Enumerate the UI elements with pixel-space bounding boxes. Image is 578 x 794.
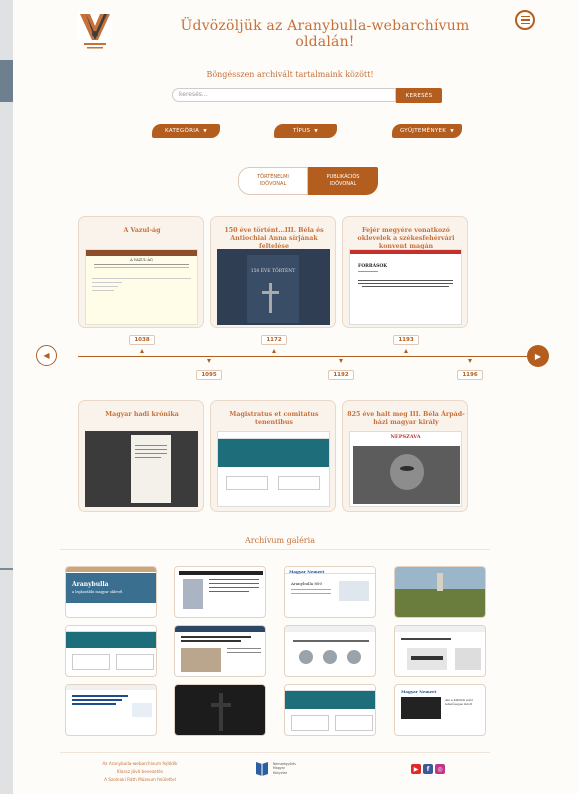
filter-category-button[interactable]: KATEGÓRIA ▼ [152, 124, 220, 138]
historical-timeline-tab[interactable]: TÖRTÉNELMI IDŐVONAL [238, 167, 308, 195]
divider [60, 549, 490, 550]
year-label: 1193 [393, 335, 419, 345]
timeline-card-hadi-kronika[interactable]: Magyar hadi krónika [78, 400, 204, 512]
gallery-item-8[interactable] [394, 625, 486, 677]
card-thumbnail: A VAZUL-ÁG [85, 249, 198, 325]
search-button[interactable]: KERESÉS [396, 88, 442, 103]
gallery-item-5[interactable] [65, 625, 157, 677]
filter-type-button[interactable]: TÍPUS ▼ [274, 124, 337, 138]
timeline-prev-button[interactable]: ◀ [36, 345, 57, 366]
chevron-down-icon: ▼ [450, 128, 454, 134]
card-thumbnail: NÉPSZAVA [349, 431, 462, 507]
footer-credits: Az Aranybulla-webarchívum fejlődik Klass… [102, 761, 178, 782]
timeline-marker [468, 359, 472, 363]
gallery-item-9[interactable] [65, 684, 157, 736]
gallery-item-10[interactable] [174, 684, 266, 736]
gallery-item-3[interactable]: Magyar Nemzet Aranybulla 800 [284, 566, 376, 618]
timeline-card-bela-anna[interactable]: 150 éve történt...III. Béla és Antiochia… [210, 216, 336, 328]
timeline-toggle: TÖRTÉNELMI IDŐVONAL PUBLIKÁCIÓS IDŐVONAL [238, 167, 378, 195]
card-thumbnail [85, 431, 198, 507]
chevron-right-icon: ▶ [534, 351, 542, 361]
card-thumbnail [217, 431, 330, 507]
timeline-card-magistratus[interactable]: Magistratus et comitatus tenentibus [210, 400, 336, 512]
gallery-item-11[interactable] [284, 684, 376, 736]
gallery-item-7[interactable] [284, 625, 376, 677]
library-logo-icon [256, 762, 268, 776]
timeline-card-fejer[interactable]: Fejér megyére vonatkozó oklevelek a szék… [342, 216, 468, 328]
divider [60, 752, 490, 753]
youtube-icon[interactable]: ▶ [411, 764, 421, 774]
gallery-title: Archívum galéria [245, 536, 315, 545]
timeline-card-vazul[interactable]: A Vazul-ág A VAZUL-ÁG [78, 216, 204, 328]
menu-button[interactable] [515, 10, 535, 30]
timeline-marker [272, 349, 276, 353]
timeline-marker [207, 359, 211, 363]
year-label: 1192 [328, 370, 354, 380]
gallery-item-6[interactable] [174, 625, 266, 677]
timeline-card-bela-halala[interactable]: 825 éve halt meg III. Béla Árpád-házi ma… [342, 400, 468, 512]
publication-timeline-tab[interactable]: PUBLIKÁCIÓS IDŐVONAL [308, 167, 378, 195]
filter-collections-button[interactable]: GYŰJTEMÉNYEK ▼ [392, 124, 462, 138]
timeline-marker [404, 349, 408, 353]
timeline-marker [339, 359, 343, 363]
search-input[interactable]: keresés... [172, 88, 396, 102]
gallery-item-1[interactable]: Aranybulla a legkorábbi magyar oklevél [65, 566, 157, 618]
timeline-marker [140, 349, 144, 353]
card-thumbnail: 150 ÉVE TÖRTÉNT [217, 249, 330, 325]
aranybulla-logo[interactable] [78, 12, 112, 52]
social-links: ▶ f ◎ [411, 764, 445, 774]
year-label: 1172 [261, 335, 287, 345]
year-label: 1196 [457, 370, 483, 380]
facebook-icon[interactable]: f [423, 764, 433, 774]
search-prompt: Böngésszen archivált tartalmaink között! [206, 70, 374, 79]
year-label: 1095 [196, 370, 222, 380]
chevron-left-icon: ◀ [43, 351, 50, 360]
welcome-heading: Üdvözöljük az Aranybulla-webarchívum old… [180, 18, 470, 50]
chevron-down-icon: ▼ [203, 128, 207, 134]
instagram-icon[interactable]: ◎ [435, 764, 445, 774]
chevron-down-icon: ▼ [314, 128, 319, 134]
timeline-next-button[interactable]: ▶ [527, 345, 549, 367]
gallery-item-12[interactable]: Magyar Nemzet Aki a külföldi adót lehető… [394, 684, 486, 736]
gallery-item-4[interactable] [394, 566, 486, 618]
gallery-item-2[interactable] [174, 566, 266, 618]
year-label: 1038 [129, 335, 155, 345]
left-side-strip [0, 0, 60, 794]
menu-icon [520, 15, 530, 18]
partner-logo[interactable]: Nemzetgyűlés Magyar Könyvtár [255, 760, 305, 778]
left-side-band [0, 60, 13, 102]
timeline-axis [78, 356, 538, 357]
card-thumbnail: FORRÁSOK [349, 249, 462, 325]
